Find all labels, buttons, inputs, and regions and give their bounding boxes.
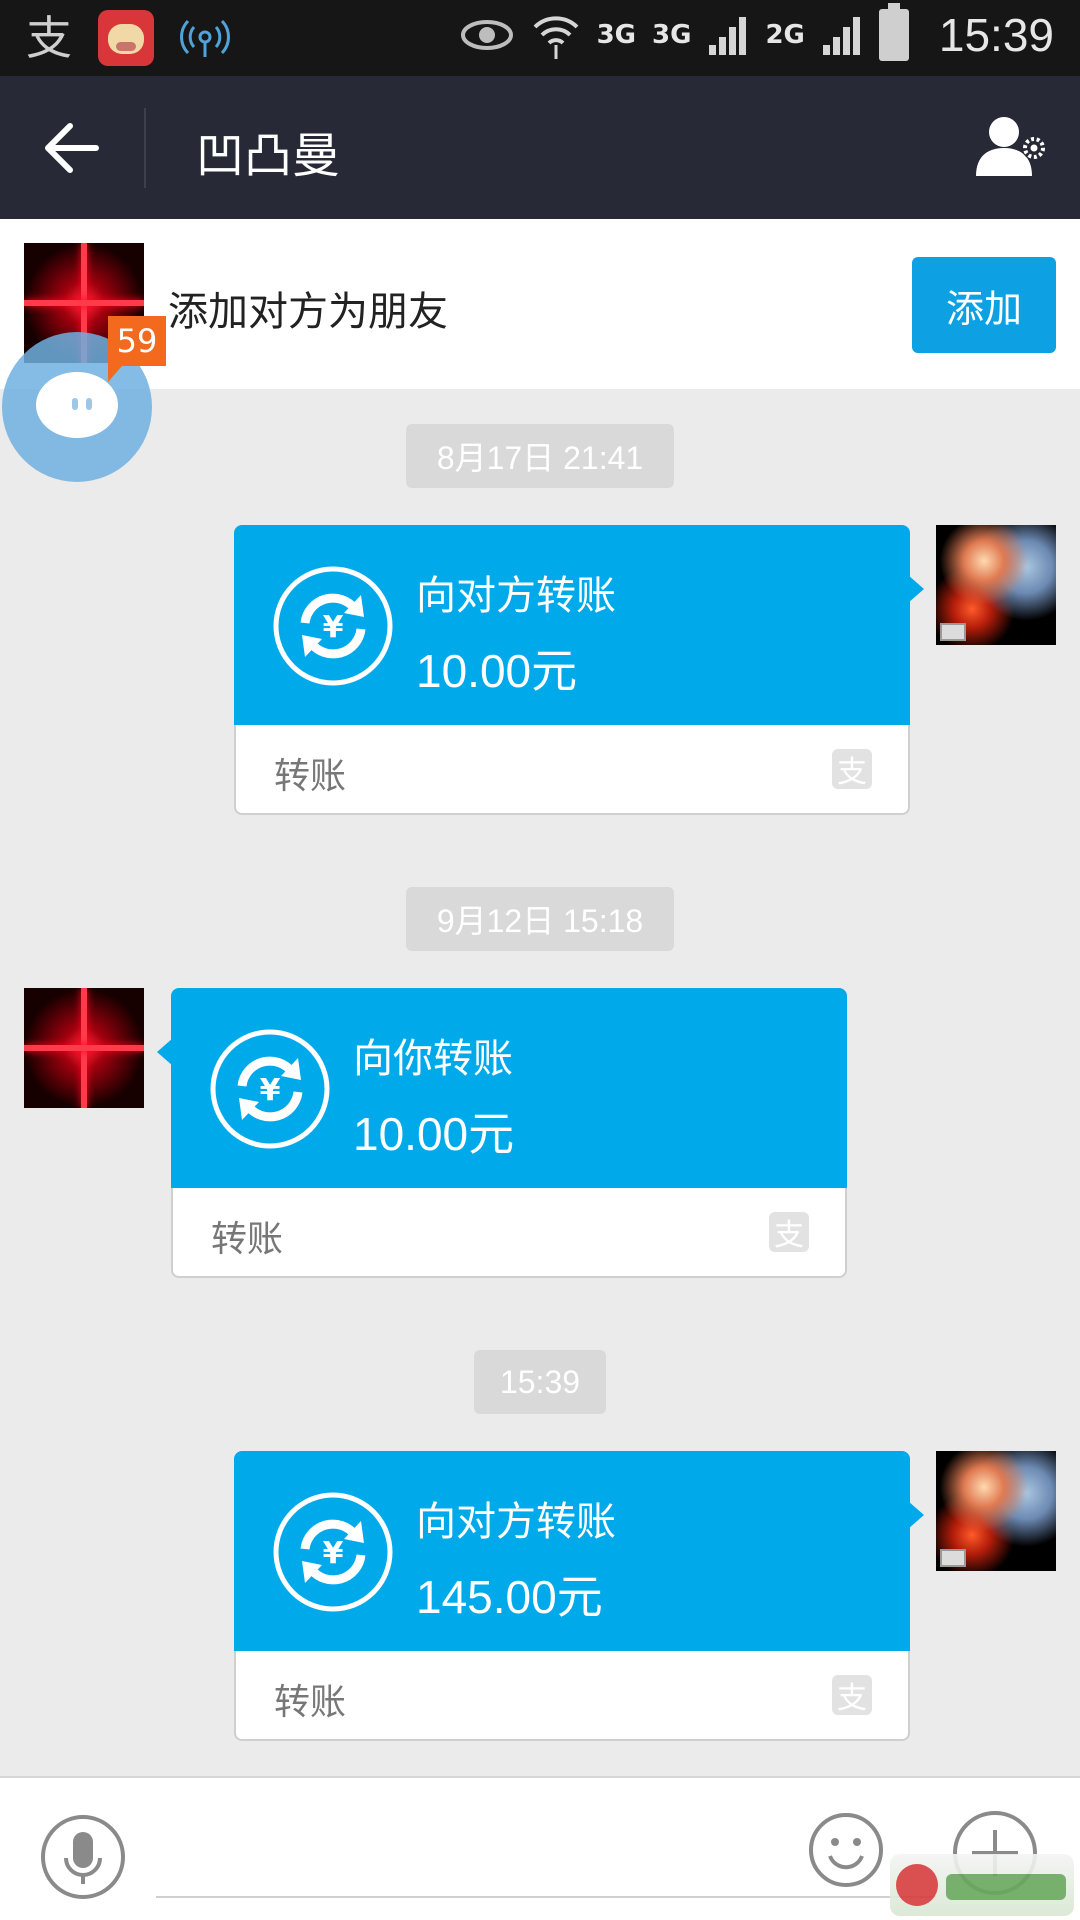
transfer-title: 向对方转账 bbox=[416, 573, 616, 619]
transfer-title: 向对方转账 bbox=[416, 1499, 616, 1545]
alipay-notification-icon: 支 bbox=[26, 11, 72, 65]
bubble-tail bbox=[908, 1501, 924, 1529]
back-button[interactable] bbox=[36, 112, 108, 184]
yuan-circle-arrows-icon: ¥ bbox=[210, 1029, 330, 1149]
transfer-card-outgoing[interactable]: ¥ 向对方转账 10.00元 转账 支 bbox=[234, 525, 924, 815]
message-input[interactable] bbox=[156, 1896, 936, 1898]
yuan-circle-arrows-icon: ¥ bbox=[273, 566, 393, 686]
transfer-card-footer: 转账 支 bbox=[234, 1651, 910, 1741]
chat-title: 凹凸曼 bbox=[196, 128, 341, 184]
network-type-1: 3G bbox=[596, 20, 636, 50]
signal-strength-icon bbox=[709, 17, 747, 55]
transfer-card-footer: 转账 支 bbox=[171, 1188, 847, 1278]
bubble-tail bbox=[908, 575, 924, 603]
microphone-button[interactable] bbox=[40, 1814, 126, 1900]
transfer-amount: 10.00元 bbox=[416, 645, 578, 697]
transfer-card-outgoing[interactable]: ¥ 向对方转账 145.00元 转账 支 bbox=[234, 1451, 924, 1741]
message-timestamp: 8月17日 21:41 bbox=[406, 424, 674, 488]
alipay-icon: 支 bbox=[769, 1212, 809, 1253]
svg-text:¥: ¥ bbox=[323, 610, 344, 645]
svg-text:¥: ¥ bbox=[260, 1073, 281, 1108]
status-notifications: 支 bbox=[26, 10, 230, 66]
status-time: 15:39 bbox=[938, 9, 1054, 61]
transfer-card-body: ¥ 向对方转账 10.00元 bbox=[234, 525, 910, 725]
alipay-icon: 支 bbox=[832, 749, 872, 790]
yuan-circle-arrows-icon: ¥ bbox=[273, 1492, 393, 1612]
signal-strength-icon bbox=[822, 17, 860, 55]
transfer-amount: 10.00元 bbox=[353, 1108, 515, 1160]
my-avatar[interactable] bbox=[936, 525, 1056, 645]
site-watermark-logo bbox=[890, 1854, 1074, 1916]
network-type-2: 3G bbox=[652, 20, 692, 50]
transfer-footer-label: 转账 bbox=[274, 756, 347, 797]
transfer-card-body: ¥ 向你转账 10.00元 bbox=[171, 988, 847, 1188]
transfer-title: 向你转账 bbox=[353, 1036, 513, 1082]
profile-settings-button[interactable] bbox=[974, 112, 1050, 184]
add-friend-button[interactable]: 添加 bbox=[912, 257, 1056, 353]
emoji-button[interactable] bbox=[808, 1812, 884, 1888]
svg-text:¥: ¥ bbox=[323, 1536, 344, 1571]
transfer-card-body: ¥ 向对方转账 145.00元 bbox=[234, 1451, 910, 1651]
contact-avatar[interactable] bbox=[24, 988, 144, 1108]
eye-icon bbox=[460, 20, 513, 50]
wifi-icon bbox=[533, 16, 578, 59]
network-type-3: 2G bbox=[765, 20, 805, 50]
radio-signal-icon bbox=[180, 19, 230, 57]
message-timestamp: 15:39 bbox=[474, 1350, 606, 1414]
transfer-card-footer: 转账 支 bbox=[234, 725, 910, 815]
app-notification-icon bbox=[98, 10, 154, 66]
chat-header: 凹凸曼 bbox=[0, 76, 1080, 219]
my-avatar[interactable] bbox=[936, 1451, 1056, 1571]
transfer-amount: 145.00元 bbox=[416, 1571, 603, 1623]
unread-badge: 59 bbox=[108, 316, 166, 382]
alipay-icon: 支 bbox=[832, 1675, 872, 1716]
status-indicators: 3G 3G 2G 15:39 bbox=[459, 3, 1054, 62]
transfer-card-incoming[interactable]: ¥ 向你转账 10.00元 转账 支 bbox=[157, 988, 847, 1278]
bubble-tail bbox=[157, 1038, 173, 1066]
add-friend-text: 添加对方为朋友 bbox=[168, 289, 448, 335]
status-bar: 支 3G 3G 2G 15:39 bbox=[0, 0, 1080, 76]
battery-icon bbox=[878, 3, 909, 61]
header-divider bbox=[144, 108, 146, 188]
message-timestamp: 9月12日 15:18 bbox=[406, 887, 674, 951]
transfer-footer-label: 转账 bbox=[274, 1682, 347, 1723]
assistant-face-icon bbox=[36, 372, 118, 438]
transfer-footer-label: 转账 bbox=[211, 1219, 284, 1260]
